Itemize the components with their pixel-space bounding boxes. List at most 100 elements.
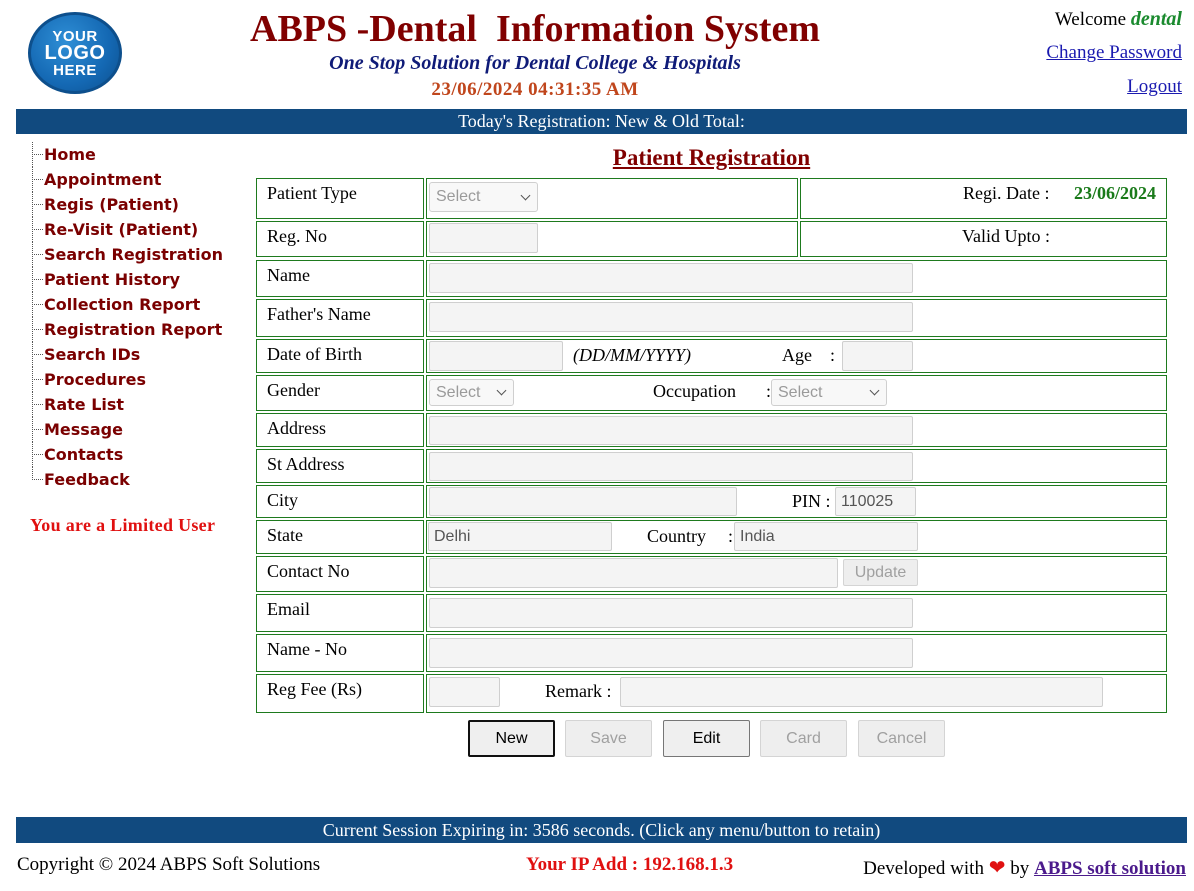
- occupation-value: Select: [778, 384, 823, 401]
- name-no-input[interactable]: [429, 638, 913, 668]
- contact-no-label-cell: Contact No: [256, 556, 424, 592]
- city-input[interactable]: [429, 487, 737, 516]
- email-input-cell: [426, 594, 1167, 632]
- menu-item-appointment[interactable]: Appointment: [30, 167, 223, 192]
- city-label-cell: City: [256, 485, 424, 518]
- menu-item-patient-history[interactable]: Patient History: [30, 267, 223, 292]
- state-label: State: [267, 525, 303, 545]
- fathers-name-input-cell: [426, 299, 1167, 337]
- country-label: Country: [647, 526, 707, 546]
- pin-label: PIN :: [792, 491, 831, 511]
- address-input[interactable]: [429, 416, 913, 445]
- menu-item-collection-report[interactable]: Collection Report: [30, 292, 223, 317]
- state-label-cell: State: [256, 520, 424, 554]
- cancel-button[interactable]: Cancel: [858, 720, 945, 757]
- reg-no-label-cell: Reg. No: [256, 221, 424, 257]
- pin-input[interactable]: 110025: [835, 487, 916, 516]
- card-button[interactable]: Card: [760, 720, 847, 757]
- dob-format-hint: (DD/MM/YYYY): [573, 345, 692, 365]
- fathers-name-label: Father's Name: [267, 304, 371, 324]
- copyright-text: Copyright © 2024 ABPS Soft Solutions: [17, 854, 321, 875]
- menu-item-search-registration[interactable]: Search Registration: [30, 242, 223, 267]
- dob-label: Date of Birth: [267, 344, 362, 364]
- regi-date-cell: Regi. Date : 23/06/2024: [800, 178, 1167, 219]
- chevron-down-icon: [520, 190, 531, 201]
- st-address-input-cell: [426, 449, 1167, 483]
- save-button[interactable]: Save: [565, 720, 652, 757]
- menu-item-regis-patient[interactable]: Regis (Patient): [30, 192, 223, 217]
- age-input[interactable]: [842, 341, 913, 371]
- dob-label-cell: Date of Birth: [256, 339, 424, 373]
- name-input-cell: [426, 260, 1167, 297]
- menu-item-procedures[interactable]: Procedures: [30, 367, 223, 392]
- menu-item-revisit-patient[interactable]: Re-Visit (Patient): [30, 217, 223, 242]
- menu-item-search-ids[interactable]: Search IDs: [30, 342, 223, 367]
- app-title: ABPS -Dental Information System: [250, 8, 820, 50]
- gender-select[interactable]: Select: [429, 379, 514, 406]
- reg-fee-label: Reg Fee (Rs): [267, 679, 362, 699]
- new-button[interactable]: New: [468, 720, 555, 757]
- welcome-label: Welcome: [1054, 9, 1127, 30]
- edit-button[interactable]: Edit: [663, 720, 750, 757]
- contact-no-input-cell: Update: [426, 556, 1167, 592]
- fathers-name-input[interactable]: [429, 302, 913, 332]
- address-label: Address: [267, 418, 326, 438]
- country-input[interactable]: India: [734, 522, 918, 551]
- session-expiry-bar: Current Session Expiring in: 3586 second…: [16, 817, 1187, 843]
- change-password-link[interactable]: Change Password: [1046, 42, 1182, 64]
- remark-label: Remark :: [545, 681, 612, 701]
- reg-fee-input[interactable]: [429, 677, 500, 707]
- valid-upto-label: Valid Upto :: [962, 226, 1050, 246]
- email-label-cell: Email: [256, 594, 424, 632]
- state-input[interactable]: Delhi: [428, 522, 612, 551]
- menu-item-contacts[interactable]: Contacts: [30, 442, 223, 467]
- limited-user-notice: You are a Limited User: [30, 515, 216, 535]
- gender-label: Gender: [267, 380, 320, 400]
- address-input-cell: [426, 413, 1167, 447]
- side-menu: Home Appointment Regis (Patient) Re-Visi…: [30, 142, 223, 492]
- chevron-down-icon: [869, 385, 880, 396]
- email-label: Email: [267, 599, 310, 619]
- heart-icon: ❤: [988, 857, 1006, 879]
- developed-with-text: Developed with: [863, 858, 984, 879]
- reg-no-input[interactable]: [429, 223, 538, 253]
- menu-item-feedback[interactable]: Feedback: [30, 467, 223, 492]
- reg-no-label: Reg. No: [267, 226, 327, 246]
- patient-type-value: Select: [436, 188, 481, 205]
- patient-type-label: Patient Type: [267, 183, 357, 203]
- age-label: Age: [782, 345, 812, 365]
- age-separator: :: [830, 345, 836, 365]
- name-input[interactable]: [429, 263, 913, 293]
- name-no-label-cell: Name - No: [256, 634, 424, 672]
- contact-no-label: Contact No: [267, 561, 350, 581]
- remark-input[interactable]: [620, 677, 1103, 707]
- patient-type-label-cell: Patient Type: [256, 178, 424, 219]
- logo-text-3: HERE: [53, 62, 97, 79]
- menu-item-message[interactable]: Message: [30, 417, 223, 442]
- st-address-label-cell: St Address: [256, 449, 424, 483]
- st-address-label: St Address: [267, 454, 345, 474]
- form-title: Patient Registration: [612, 145, 811, 170]
- current-datetime: 23/06/2024 04:31:35 AM: [431, 79, 639, 100]
- patient-type-select[interactable]: Select: [429, 182, 538, 212]
- email-input[interactable]: [429, 598, 913, 628]
- logout-link[interactable]: Logout: [1127, 76, 1182, 98]
- occupation-select[interactable]: Select: [771, 379, 887, 406]
- username: dental: [1130, 8, 1182, 30]
- dob-input[interactable]: [429, 341, 563, 371]
- update-button[interactable]: Update: [843, 559, 918, 586]
- menu-item-rate-list[interactable]: Rate List: [30, 392, 223, 417]
- menu-item-registration-report[interactable]: Registration Report: [30, 317, 223, 342]
- state-input-cell: Delhi Country : India: [426, 520, 1167, 554]
- fathers-name-label-cell: Father's Name: [256, 299, 424, 337]
- gender-input-cell: Select Occupation : Select: [426, 375, 1167, 411]
- regi-date-value: 23/06/2024: [1074, 183, 1157, 203]
- reg-fee-label-cell: Reg Fee (Rs): [256, 674, 424, 713]
- name-label-cell: Name: [256, 260, 424, 297]
- contact-no-input[interactable]: [429, 558, 838, 588]
- address-label-cell: Address: [256, 413, 424, 447]
- menu-item-home[interactable]: Home: [30, 142, 223, 167]
- st-address-input[interactable]: [429, 452, 913, 481]
- developer-link[interactable]: ABPS soft solution: [1034, 858, 1186, 879]
- occupation-label: Occupation: [653, 381, 736, 401]
